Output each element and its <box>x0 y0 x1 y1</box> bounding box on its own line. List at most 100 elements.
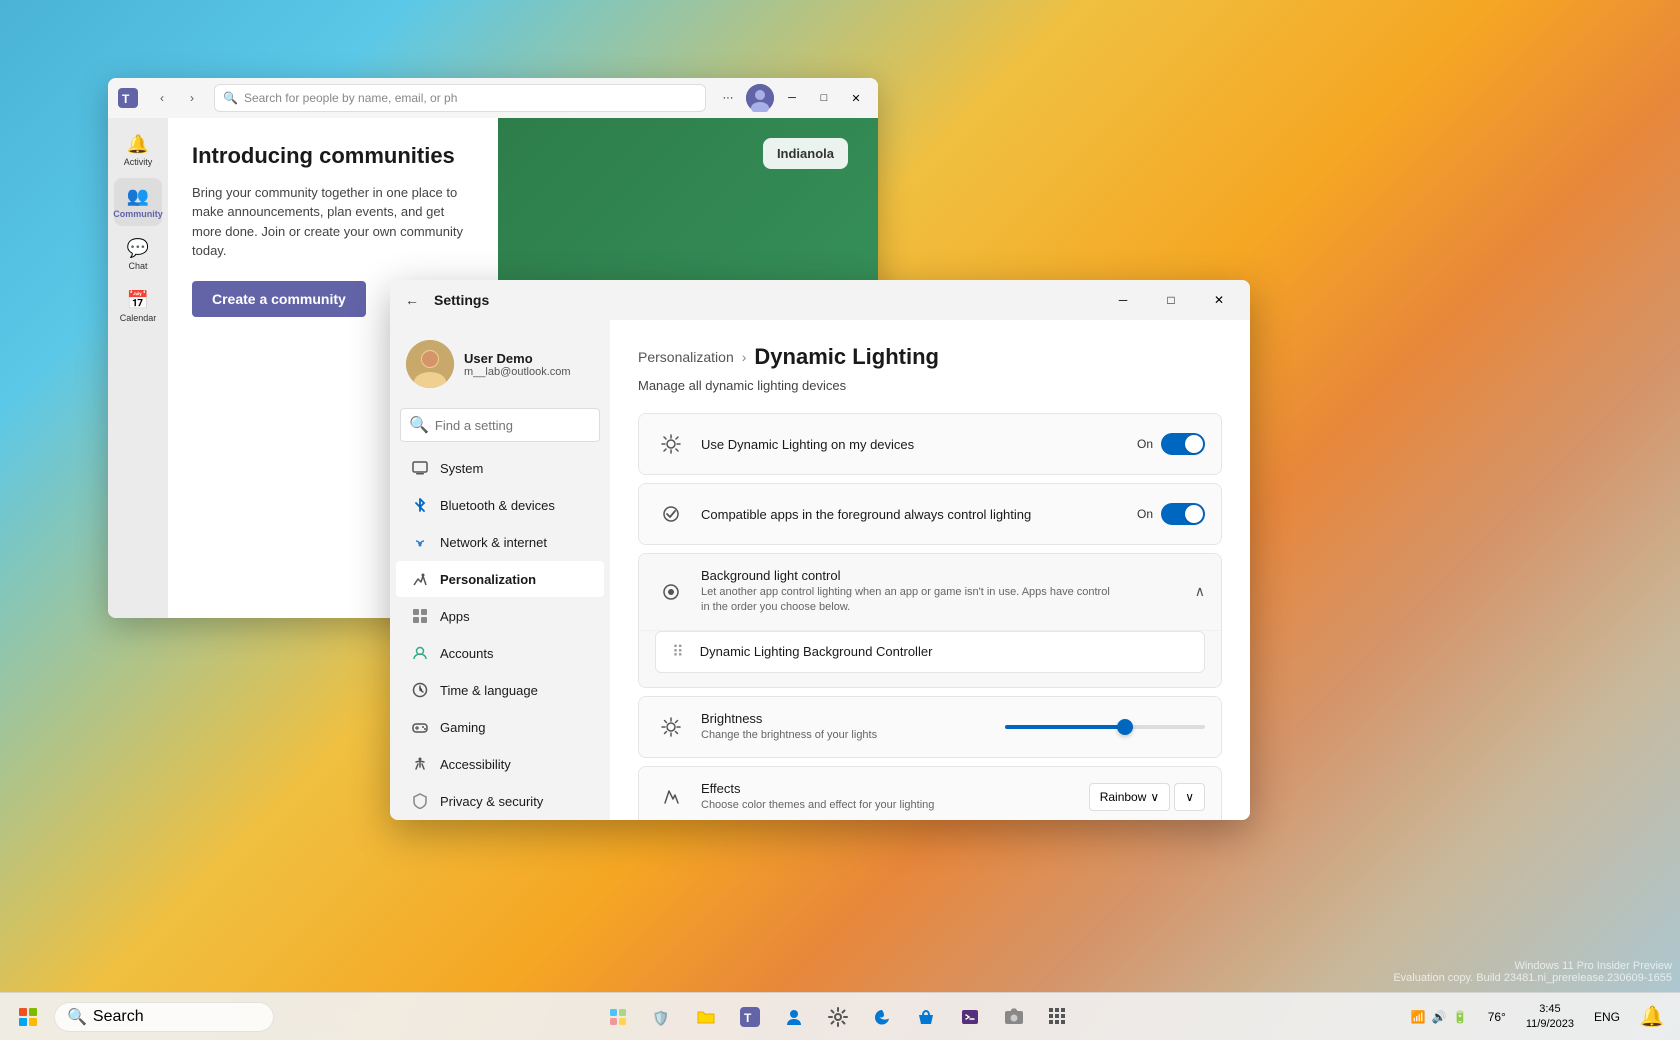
taskbar-virustotal-icon[interactable]: 🛡️ <box>642 997 682 1037</box>
background-control-title: Background light control <box>701 568 1111 583</box>
taskbar-teams-icon[interactable]: T <box>730 997 770 1037</box>
taskbar-widgets-icon[interactable] <box>598 997 638 1037</box>
settings-nav-gaming-label: Gaming <box>440 720 486 735</box>
settings-window-title: Settings <box>434 292 489 308</box>
settings-nav-apps[interactable]: Apps <box>396 598 604 634</box>
dynamic-lighting-control: On <box>1125 433 1205 455</box>
teams-create-community-button[interactable]: Create a community <box>192 281 366 317</box>
settings-privacy-icon <box>410 791 430 811</box>
brightness-slider-track <box>1005 725 1205 729</box>
settings-nav-time[interactable]: Time & language <box>396 672 604 708</box>
taskbar-grid-icon[interactable] <box>1038 997 1078 1037</box>
teams-close-btn[interactable]: ✕ <box>842 84 870 112</box>
teams-minimize-btn[interactable]: ─ <box>778 84 806 112</box>
breadcrumb-separator: › <box>742 349 747 365</box>
settings-minimize-button[interactable]: ─ <box>1100 284 1146 316</box>
settings-nav-personalization[interactable]: Personalization <box>396 561 604 597</box>
settings-user-avatar <box>406 340 454 388</box>
teams-sidebar-item-community[interactable]: 👥 Community <box>114 178 162 226</box>
settings-search-icon: 🔍 <box>409 415 429 435</box>
taskbar-temp-group[interactable]: 76° <box>1480 1006 1514 1028</box>
settings-nav-bluetooth-label: Bluetooth & devices <box>440 498 555 513</box>
controller-row: ⠿ Dynamic Lighting Background Controller <box>655 631 1205 673</box>
taskbar-fileexplorer-icon[interactable] <box>686 997 726 1037</box>
teams-maximize-btn[interactable]: □ <box>810 84 838 112</box>
taskbar-search-label: Search <box>93 1008 144 1026</box>
taskbar-camera-icon[interactable] <box>994 997 1034 1037</box>
settings-nav-system-label: System <box>440 461 483 476</box>
teams-search-placeholder: Search for people by name, email, or ph <box>244 91 457 105</box>
brightness-content: Brightness Change the brightness of your… <box>701 711 991 743</box>
teams-forward-btn[interactable]: › <box>178 84 206 112</box>
compatible-apps-toggle[interactable] <box>1161 503 1205 525</box>
taskbar: 🔍 Search 🛡️ T <box>0 992 1680 1040</box>
settings-nav-privacy[interactable]: Privacy & security <box>396 783 604 819</box>
taskbar-search-box[interactable]: 🔍 Search <box>54 1002 274 1032</box>
settings-accounts-icon <box>410 643 430 663</box>
dynamic-lighting-toggle-label: On <box>1137 437 1153 451</box>
taskbar-edge-icon[interactable] <box>862 997 902 1037</box>
settings-user-email: m__lab@outlook.com <box>464 366 594 378</box>
settings-nav-network[interactable]: Network & internet <box>396 524 604 560</box>
settings-title-left: ← Settings <box>398 286 489 314</box>
effects-dropdown-button[interactable]: Rainbow ∨ <box>1089 783 1171 811</box>
brightness-slider-thumb[interactable] <box>1117 719 1133 735</box>
svg-text:T: T <box>122 92 130 106</box>
settings-bluetooth-icon <box>410 495 430 515</box>
taskbar-people-icon[interactable] <box>774 997 814 1037</box>
effects-content: Effects Choose color themes and effect f… <box>701 781 1075 813</box>
effects-desc: Choose color themes and effect for your … <box>701 798 1075 813</box>
taskbar-datetime-group[interactable]: 3:45 11/9/2023 <box>1518 998 1582 1035</box>
settings-page-subtitle: Manage all dynamic lighting devices <box>638 378 1222 393</box>
effects-dropdown-chevron: ∨ <box>1150 790 1159 804</box>
teams-sidebar-item-activity[interactable]: 🔔 Activity <box>114 126 162 174</box>
settings-back-button[interactable]: ← <box>398 286 426 314</box>
background-control-card: Background light control Let another app… <box>638 553 1222 688</box>
settings-accessibility-icon <box>410 754 430 774</box>
settings-username: User Demo <box>464 351 594 366</box>
effects-icon <box>655 781 687 813</box>
dynamic-lighting-icon <box>655 428 687 460</box>
teams-back-btn[interactable]: ‹ <box>148 84 176 112</box>
breadcrumb-parent: Personalization <box>638 349 734 365</box>
teams-titlebar-right: ··· ─ □ ✕ <box>714 84 870 112</box>
taskbar-search-icon: 🔍 <box>67 1007 87 1027</box>
teams-titlebar: T ‹ › 🔍 Search for people by name, email… <box>108 78 878 118</box>
teams-sidebar-item-chat[interactable]: 💬 Chat <box>114 230 162 278</box>
teams-more-btn[interactable]: ··· <box>714 84 742 112</box>
taskbar-notification-icon[interactable]: 🔔 <box>1632 997 1672 1037</box>
dynamic-lighting-toggle[interactable] <box>1161 433 1205 455</box>
teams-logo-icon: T <box>116 86 140 110</box>
effects-dropdown-group: Rainbow ∨ ∨ <box>1089 783 1205 811</box>
settings-nav-bluetooth[interactable]: Bluetooth & devices <box>396 487 604 523</box>
settings-search-input[interactable] <box>435 418 610 433</box>
teams-chat-label: Chat <box>128 261 147 271</box>
settings-nav-accounts[interactable]: Accounts <box>396 635 604 671</box>
taskbar-network-group[interactable]: 📶 🔊 🔋 <box>1403 1006 1476 1028</box>
teams-sidebar-item-calendar[interactable]: 📅 Calendar <box>114 282 162 330</box>
settings-nav-system[interactable]: System <box>396 450 604 486</box>
teams-user-avatar[interactable] <box>746 84 774 112</box>
settings-close-button[interactable]: ✕ <box>1196 284 1242 316</box>
settings-nav-accessibility[interactable]: Accessibility <box>396 746 604 782</box>
taskbar-terminal-icon[interactable] <box>950 997 990 1037</box>
svg-text:🛡️: 🛡️ <box>652 1010 669 1027</box>
effects-expand-button[interactable]: ∨ <box>1174 783 1205 811</box>
compatible-apps-toggle-label: On <box>1137 507 1153 521</box>
background-control-chevron[interactable]: ∧ <box>1195 583 1205 600</box>
settings-maximize-button[interactable]: □ <box>1148 284 1194 316</box>
compatible-apps-content: Compatible apps in the foreground always… <box>701 507 1111 522</box>
taskbar-lang-group[interactable]: ENG <box>1586 1006 1628 1028</box>
settings-nav-gaming[interactable]: Gaming <box>396 709 604 745</box>
settings-time-icon <box>410 680 430 700</box>
settings-nav-accounts-label: Accounts <box>440 646 493 661</box>
teams-nav-buttons: ‹ › <box>148 84 206 112</box>
taskbar-notification-bell: 🔔 <box>1640 1004 1665 1029</box>
teams-search-bar[interactable]: 🔍 Search for people by name, email, or p… <box>214 84 706 112</box>
taskbar-settings-icon[interactable] <box>818 997 858 1037</box>
drag-handle-icon[interactable]: ⠿ <box>672 642 684 662</box>
dynamic-lighting-card: Use Dynamic Lighting on my devices On <box>638 413 1222 475</box>
taskbar-store-icon[interactable] <box>906 997 946 1037</box>
settings-search-box[interactable]: 🔍 <box>400 408 600 442</box>
taskbar-start-button[interactable] <box>8 997 48 1037</box>
